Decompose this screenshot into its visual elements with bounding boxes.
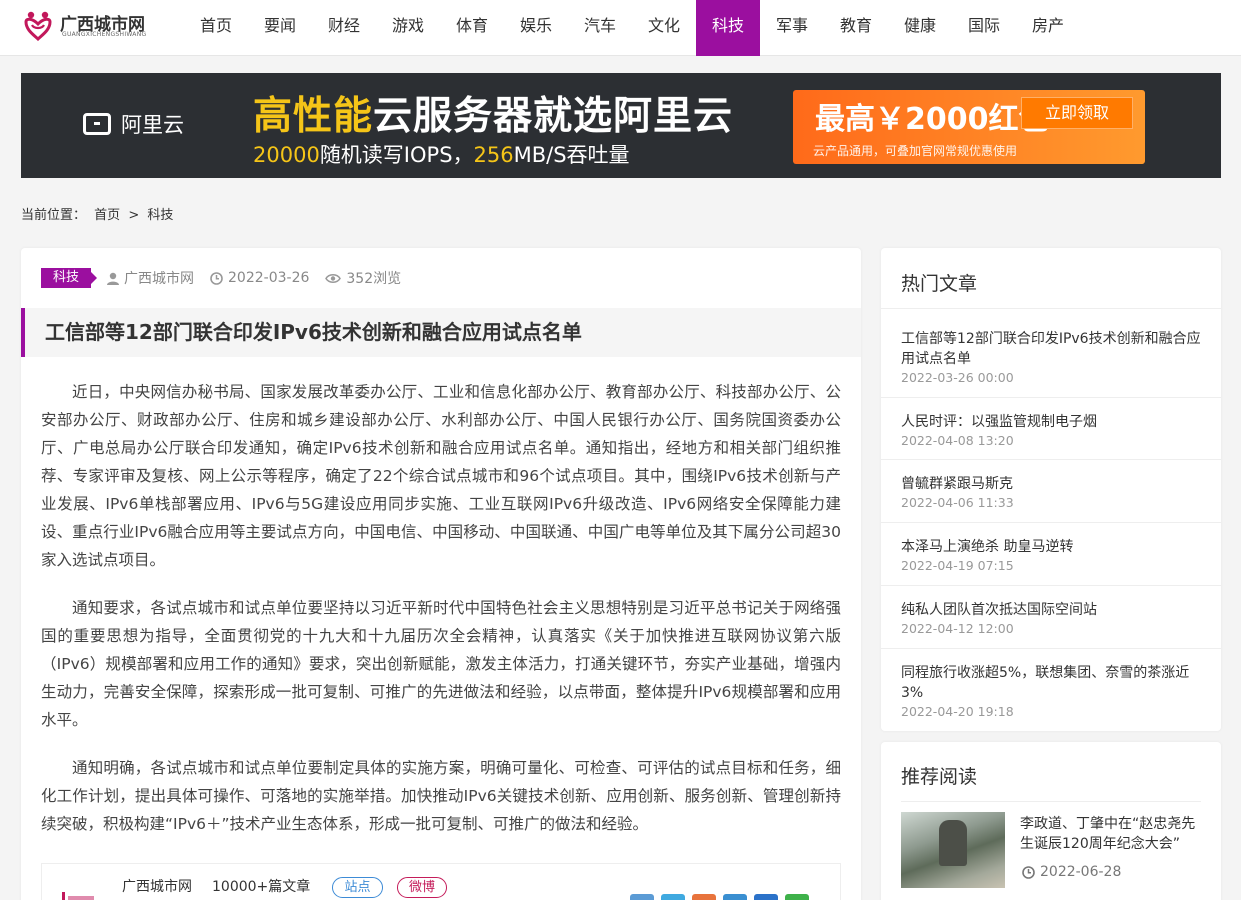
- hot-article-item[interactable]: 纯私人团队首次抵达国际空间站 2022-04-12 12:00: [881, 586, 1221, 649]
- eye-icon: [325, 273, 342, 283]
- heart-logo-icon: [24, 11, 52, 42]
- recommended-item-date: 2022-06-28: [1022, 864, 1121, 880]
- author-article-count: 10000+篇文章: [212, 879, 311, 895]
- nav-item-entertainment[interactable]: 娱乐: [504, 0, 568, 56]
- aliyun-logo-icon: [83, 113, 111, 135]
- weibo-badge[interactable]: 微博: [397, 877, 447, 898]
- claim-button[interactable]: 立即领取: [1021, 97, 1133, 129]
- clock-icon: [210, 271, 223, 285]
- article-meta: 科技 广西城市网 2022-03-26 352浏览: [41, 267, 417, 289]
- banner-brand: 阿里云: [83, 109, 184, 139]
- article-author: 广西城市网: [107, 268, 194, 288]
- article-paragraph: 通知明确，各试点城市和试点单位要制定具体的实施方案，明确可量化、可检查、可评估的…: [41, 759, 841, 833]
- nav-item-tech[interactable]: 科技: [696, 0, 760, 56]
- hot-articles-panel: 热门文章 工信部等12部门联合印发IPv6技术创新和融合应用试点名单 2022-…: [881, 248, 1221, 731]
- hot-article-date: 2022-04-20 19:18: [901, 704, 1014, 719]
- hot-article-item[interactable]: 同程旅行收涨超5%，联想集团、奈雪的茶涨近3% 2022-04-20 19:18: [881, 649, 1221, 729]
- hot-article-title[interactable]: 纯私人团队首次抵达国际空间站: [901, 600, 1201, 620]
- ad-banner[interactable]: 阿里云 高性能云服务器就选阿里云 20000随机读写IOPS，256MB/S吞吐…: [21, 73, 1221, 178]
- logo-subtext: GUANGXICHENGSHIWANG: [62, 31, 147, 38]
- hot-article-title[interactable]: 曾毓群紧跟马斯克: [901, 474, 1201, 494]
- breadcrumb: 当前位置： 首页 > 科技: [21, 204, 177, 223]
- banner-brand-text: 阿里云: [121, 113, 184, 137]
- site-logo[interactable]: 广西城市网 GUANGXICHENGSHIWANG: [22, 8, 152, 42]
- recommended-item[interactable]: 李政道、丁肇中在“赵忠尧先生诞辰120周年纪念大会” 2022-06-28: [881, 802, 1221, 892]
- article-date: 2022-03-26: [210, 270, 309, 286]
- breadcrumb-home-link[interactable]: 首页: [94, 208, 120, 223]
- article-body: 近日，中央网信办秘书局、国家发展改革委办公厅、工业和信息化部办公厅、教育部办公厅…: [41, 378, 841, 858]
- hot-article-title[interactable]: 同程旅行收涨超5%，联想集团、奈雪的茶涨近3%: [901, 663, 1201, 703]
- author-avatar[interactable]: [52, 886, 102, 900]
- hot-article-item[interactable]: 本泽马上演绝杀 助皇马逆转 2022-04-19 07:15: [881, 523, 1221, 586]
- nav-item-health[interactable]: 健康: [888, 0, 952, 56]
- hot-article-item[interactable]: 曾毓群紧跟马斯克 2022-04-06 11:33: [881, 460, 1221, 523]
- nav-item-international[interactable]: 国际: [952, 0, 1016, 56]
- banner-headline-highlight: 高性能: [253, 94, 374, 139]
- recommended-panel: 推荐阅读 李政道、丁肇中在“赵忠尧先生诞辰120周年纪念大会” 2022-06-…: [881, 742, 1221, 900]
- nav-item-military[interactable]: 军事: [760, 0, 824, 56]
- share-qzone-icon[interactable]: [630, 894, 654, 900]
- breadcrumb-separator: >: [128, 208, 140, 223]
- share-tieba-icon[interactable]: [754, 894, 778, 900]
- hot-article-item[interactable]: 工信部等12部门联合印发IPv6技术创新和融合应用试点名单 2022-03-26…: [881, 309, 1221, 398]
- author-box: 广西城市网 10000+篇文章 站点 微博: [41, 863, 841, 900]
- recommended-date-text: 2022-06-28: [1040, 864, 1122, 880]
- banner-headline: 高性能云服务器就选阿里云: [253, 85, 733, 141]
- site-badge[interactable]: 站点: [332, 877, 383, 898]
- article-paragraph: 通知要求，各试点城市和试点单位要坚持以习近平新时代中国特色社会主义思想特别是习近…: [41, 599, 841, 729]
- hot-article-date: 2022-04-06 11:33: [901, 495, 1014, 510]
- article-views: 352浏览: [325, 268, 401, 288]
- author-name: 广西城市网: [124, 271, 195, 287]
- article-title: 工信部等12部门联合印发IPv6技术创新和融合应用试点名单: [21, 308, 861, 357]
- share-icons: [630, 894, 816, 900]
- recommended-title: 推荐阅读: [901, 766, 978, 788]
- promo-amount: 最高￥2000红包: [815, 102, 1049, 137]
- hot-article-title[interactable]: 本泽马上演绝杀 助皇马逆转: [901, 537, 1201, 557]
- hot-article-title[interactable]: 人民时评：以强监管规制电子烟: [901, 412, 1201, 432]
- nav-item-games[interactable]: 游戏: [376, 0, 440, 56]
- banner-sub-text1: 随机读写IOPS，: [319, 143, 474, 167]
- date-text: 2022-03-26: [228, 270, 310, 286]
- share-qq-icon[interactable]: [723, 894, 747, 900]
- nav-item-news[interactable]: 要闻: [248, 0, 312, 56]
- banner-headline-rest: 云服务器就选阿里云: [373, 94, 734, 139]
- nav-item-culture[interactable]: 文化: [632, 0, 696, 56]
- site-header: 广西城市网 GUANGXICHENGSHIWANG 首页 要闻 财经 游戏 体育…: [0, 0, 1241, 56]
- hot-article-item[interactable]: 人民时评：以强监管规制电子烟 2022-04-08 13:20: [881, 398, 1221, 460]
- article-paragraph: 近日，中央网信办秘书局、国家发展改革委办公厅、工业和信息化部办公厅、教育部办公厅…: [41, 383, 841, 569]
- share-weibo-icon[interactable]: [661, 894, 685, 900]
- nav-item-home[interactable]: 首页: [184, 0, 248, 56]
- nav-item-sports[interactable]: 体育: [440, 0, 504, 56]
- hot-article-date: 2022-04-08 13:20: [901, 433, 1014, 448]
- category-tag[interactable]: 科技: [41, 268, 98, 288]
- nav-item-realestate[interactable]: 房产: [1016, 0, 1080, 56]
- nav-item-auto[interactable]: 汽车: [568, 0, 632, 56]
- hot-articles-title: 热门文章: [881, 248, 1221, 309]
- views-text: 352浏览: [346, 271, 402, 287]
- share-wechat-icon[interactable]: [785, 894, 809, 900]
- main-nav: 首页 要闻 财经 游戏 体育 娱乐 汽车 文化 科技 军事 教育 健康 国际 房…: [184, 0, 1080, 56]
- banner-sub-num2: 256: [473, 143, 514, 167]
- banner-sub-text2: MB/S吞吐量: [513, 143, 630, 167]
- author-box-name[interactable]: 广西城市网: [122, 876, 192, 896]
- promo-note: 云产品通用，可叠加官网常规优惠使用: [813, 144, 1018, 158]
- hot-article-date: 2022-04-12 12:00: [901, 621, 1014, 636]
- banner-subline: 20000随机读写IOPS，256MB/S吞吐量: [253, 139, 630, 169]
- recommended-thumbnail[interactable]: [901, 812, 1005, 888]
- article-card: 科技 广西城市网 2022-03-26 352浏览 工信部等12部门联合印发IP…: [21, 248, 861, 900]
- banner-sub-num1: 20000: [253, 143, 320, 167]
- hot-article-date: 2022-03-26 00:00: [901, 370, 1014, 385]
- nav-item-finance[interactable]: 财经: [312, 0, 376, 56]
- breadcrumb-prefix: 当前位置：: [21, 208, 87, 223]
- promo-box[interactable]: 最高￥2000红包 立即领取 云产品通用，可叠加官网常规优惠使用: [793, 90, 1145, 164]
- hot-article-title[interactable]: 工信部等12部门联合印发IPv6技术创新和融合应用试点名单: [901, 329, 1201, 369]
- recommended-item-title[interactable]: 李政道、丁肇中在“赵忠尧先生诞辰120周年纪念大会”: [1020, 814, 1200, 854]
- hot-article-date: 2022-04-19 07:15: [901, 558, 1014, 573]
- clock-icon: [1022, 865, 1035, 879]
- nav-item-education[interactable]: 教育: [824, 0, 888, 56]
- breadcrumb-current-link[interactable]: 科技: [147, 208, 173, 223]
- user-icon: [107, 272, 120, 285]
- share-rss-icon[interactable]: [692, 894, 716, 900]
